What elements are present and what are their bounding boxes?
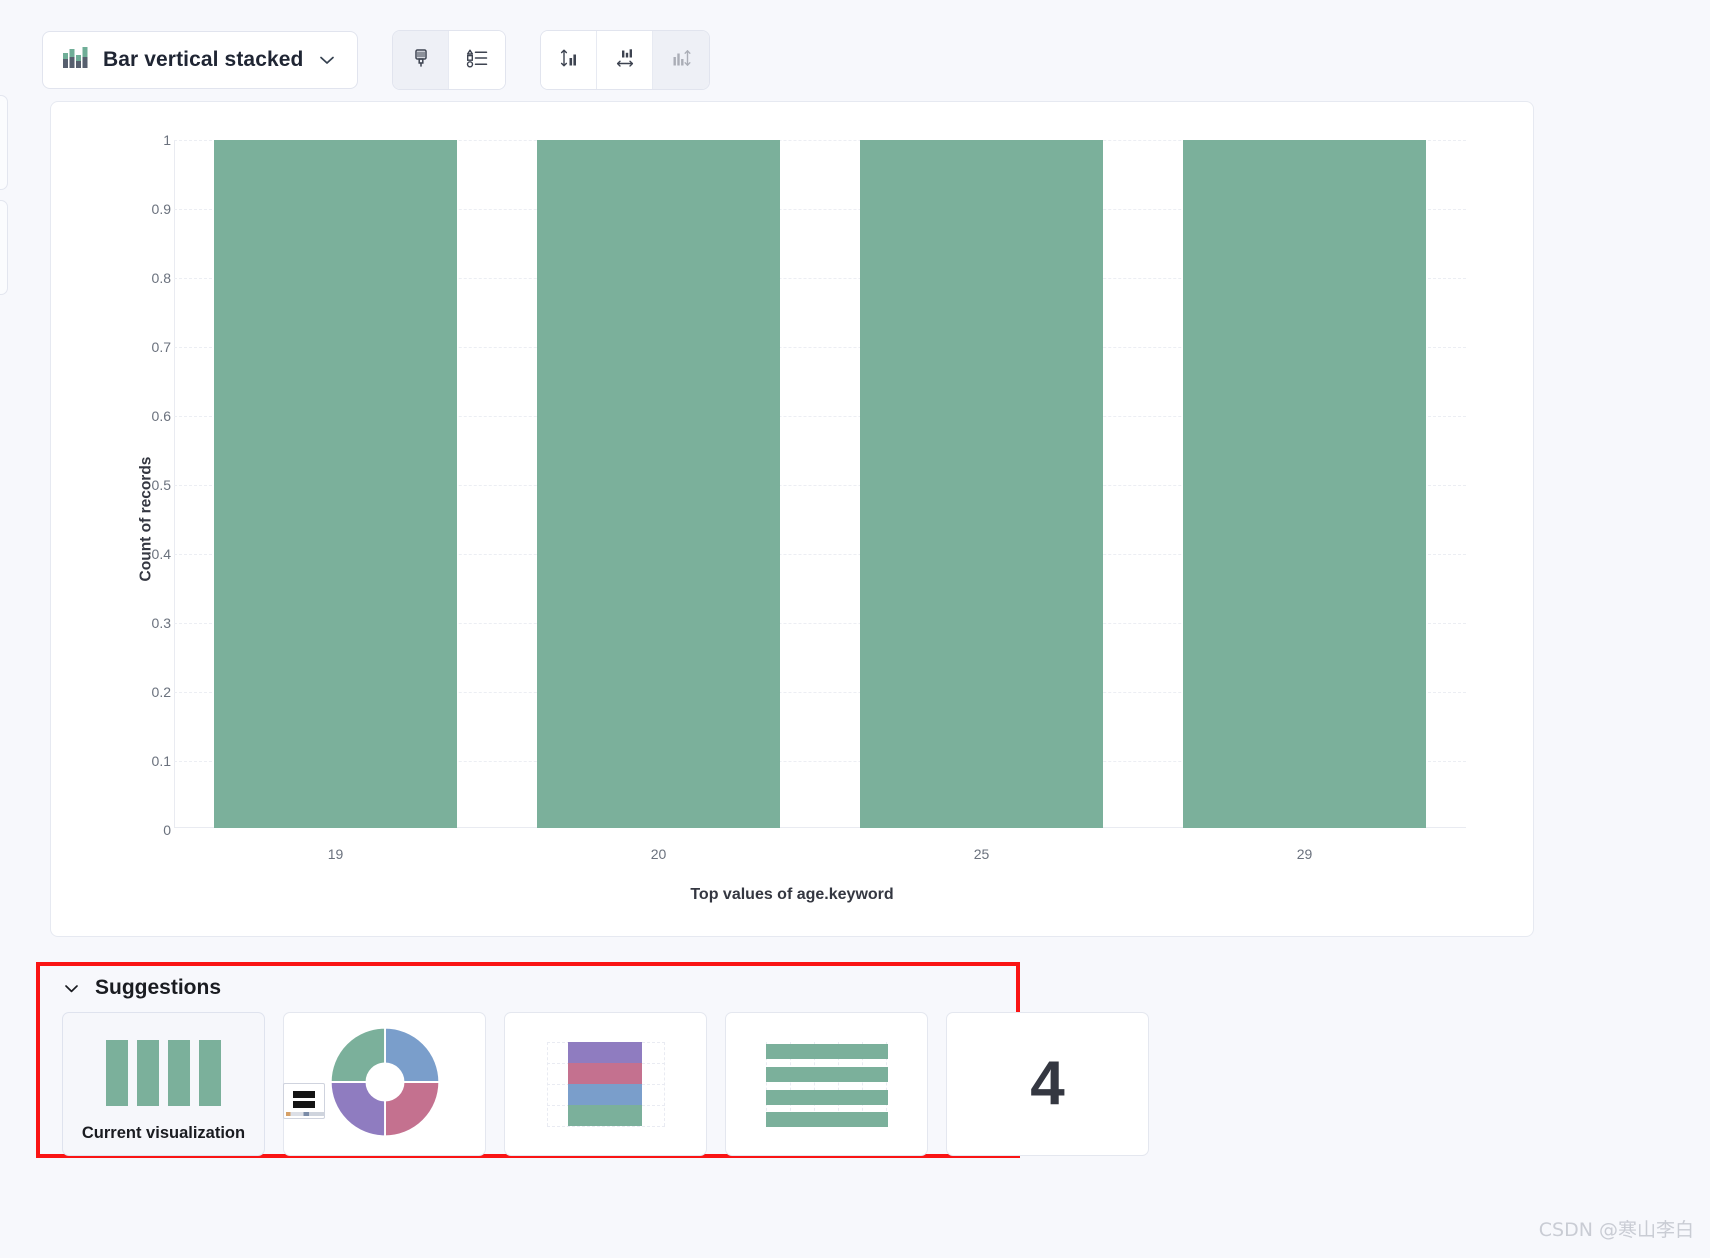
- mini-gridline: [546, 1042, 548, 1126]
- mini-horizontal-bars: [765, 1042, 888, 1127]
- flip-axis-icon-button: [653, 31, 710, 89]
- y-axis-ticks: 1 0.9 0.8 0.7 0.6 0.5 0.4 0.3 0.2 0.1 0: [111, 102, 171, 936]
- chevron-down-icon: [62, 979, 81, 998]
- vertical-bar-axis-icon: [557, 46, 581, 75]
- chart-type-label: Bar vertical stacked: [103, 48, 304, 71]
- horizontal-bar-axis-icon: [613, 46, 637, 75]
- bar[interactable]: [1183, 140, 1426, 828]
- x-axis-title: Top values of age.keyword: [690, 886, 894, 903]
- suggestion-card-metric[interactable]: 4: [946, 1012, 1149, 1156]
- mini-gridline: [546, 1126, 665, 1127]
- bar[interactable]: [214, 140, 457, 828]
- style-button-group: [392, 30, 507, 90]
- mini-bar: [106, 1040, 128, 1106]
- bar[interactable]: [537, 140, 780, 828]
- y-axis-tick-label: 0.7: [151, 339, 171, 355]
- y-axis-tick-label: 0.9: [151, 201, 171, 217]
- suggestions-header[interactable]: Suggestions: [62, 976, 221, 1000]
- flip-axis-icon: [669, 46, 693, 75]
- y-axis-tick-label: 0.6: [151, 408, 171, 424]
- bar-slot: 25: [820, 140, 1143, 862]
- mini-bar-segment: [567, 1042, 642, 1063]
- y-axis-tick-label: 0.4: [151, 546, 171, 562]
- legend-list-icon: [465, 47, 489, 74]
- sidebar-panel-partial-top: [0, 95, 8, 190]
- mini-bar-segment: [567, 1063, 642, 1084]
- visualization-toolbar: Bar vertical stacked: [42, 30, 711, 90]
- chart-canvas[interactable]: Count of records 1 0.9 0.8 0.7 0.6 0.5 0.4 0.3 0…: [51, 102, 1533, 936]
- stacked-bar-icon: [63, 46, 89, 75]
- suggestion-card-stacked-bar-chart[interactable]: [504, 1012, 707, 1156]
- mini-vertical-bars: [106, 1040, 221, 1106]
- mini-bar: [765, 1112, 888, 1127]
- thumb-strip: [286, 1112, 324, 1116]
- suggestion-card-current-visualization[interactable]: Current visualization: [62, 1012, 265, 1156]
- plot-area: 19 20 25 29: [174, 140, 1466, 862]
- mini-gridline: [663, 1042, 665, 1126]
- mini-stacked-bar-chart: [546, 1042, 665, 1127]
- legend-list-icon-button[interactable]: [449, 31, 506, 89]
- mini-bar: [137, 1040, 159, 1106]
- suggestion-card-label: Current visualization: [81, 1124, 246, 1142]
- chart-panel: Count of records 1 0.9 0.8 0.7 0.6 0.5 0.4 0.3 0…: [50, 101, 1534, 937]
- mini-donut-chart: [326, 1023, 444, 1146]
- suggestions-title: Suggestions: [95, 976, 222, 999]
- mini-bar-segment: [567, 1105, 642, 1126]
- bar[interactable]: [860, 140, 1103, 828]
- paintbrush-icon-button[interactable]: [393, 31, 450, 89]
- horizontal-bar-axis-icon-button[interactable]: [597, 31, 654, 89]
- suggestion-card-horizontal-bar-chart[interactable]: [725, 1012, 928, 1156]
- suggestions-card-list: Current visualization 4: [62, 1012, 1149, 1156]
- y-axis-tick-label: 0.5: [151, 477, 171, 493]
- mini-bar: [765, 1044, 888, 1059]
- x-axis-tick-label: 29: [1296, 846, 1313, 862]
- thumb-row-1: [293, 1091, 315, 1098]
- orientation-button-group: [540, 30, 711, 90]
- thumb-row-2: [293, 1101, 315, 1108]
- sidebar-panel-partial-bottom: [0, 200, 8, 295]
- mini-bar: [765, 1090, 888, 1105]
- app-root: Bar vertical stacked Count of records 1 …: [0, 0, 1710, 1258]
- drag-preview-thumbnail: [283, 1083, 325, 1119]
- bar-slot: 20: [497, 140, 820, 862]
- x-axis-tick-label: 20: [650, 846, 667, 862]
- bar-series: 19 20 25 29: [174, 140, 1466, 862]
- y-axis-tick-label: 0.3: [151, 615, 171, 631]
- mini-metric-value: 4: [1030, 1049, 1065, 1118]
- chart-type-selector[interactable]: Bar vertical stacked: [42, 31, 359, 89]
- vertical-bar-axis-icon-button[interactable]: [541, 31, 598, 89]
- mini-bar: [765, 1067, 888, 1082]
- bar-slot: 29: [1143, 140, 1466, 862]
- y-axis-tick-label: 0: [163, 822, 171, 838]
- mini-bar: [199, 1040, 221, 1106]
- x-axis-tick-label: 19: [327, 846, 344, 862]
- mini-bar-segment: [567, 1084, 642, 1105]
- suggestions-panel: Suggestions Current visualization 4: [36, 962, 1149, 1158]
- y-axis-tick-label: 0.8: [151, 270, 171, 286]
- y-axis-tick-label: 0.1: [151, 753, 171, 769]
- chevron-down-icon: [317, 50, 337, 70]
- y-axis-tick-label: 1: [163, 132, 171, 148]
- watermark: CSDN @寒山李白: [1538, 1219, 1694, 1241]
- paintbrush-icon: [410, 47, 432, 74]
- bar-slot: 19: [174, 140, 497, 862]
- y-axis-tick-label: 0.2: [151, 684, 171, 700]
- x-axis-tick-label: 25: [973, 846, 990, 862]
- mini-bar: [168, 1040, 190, 1106]
